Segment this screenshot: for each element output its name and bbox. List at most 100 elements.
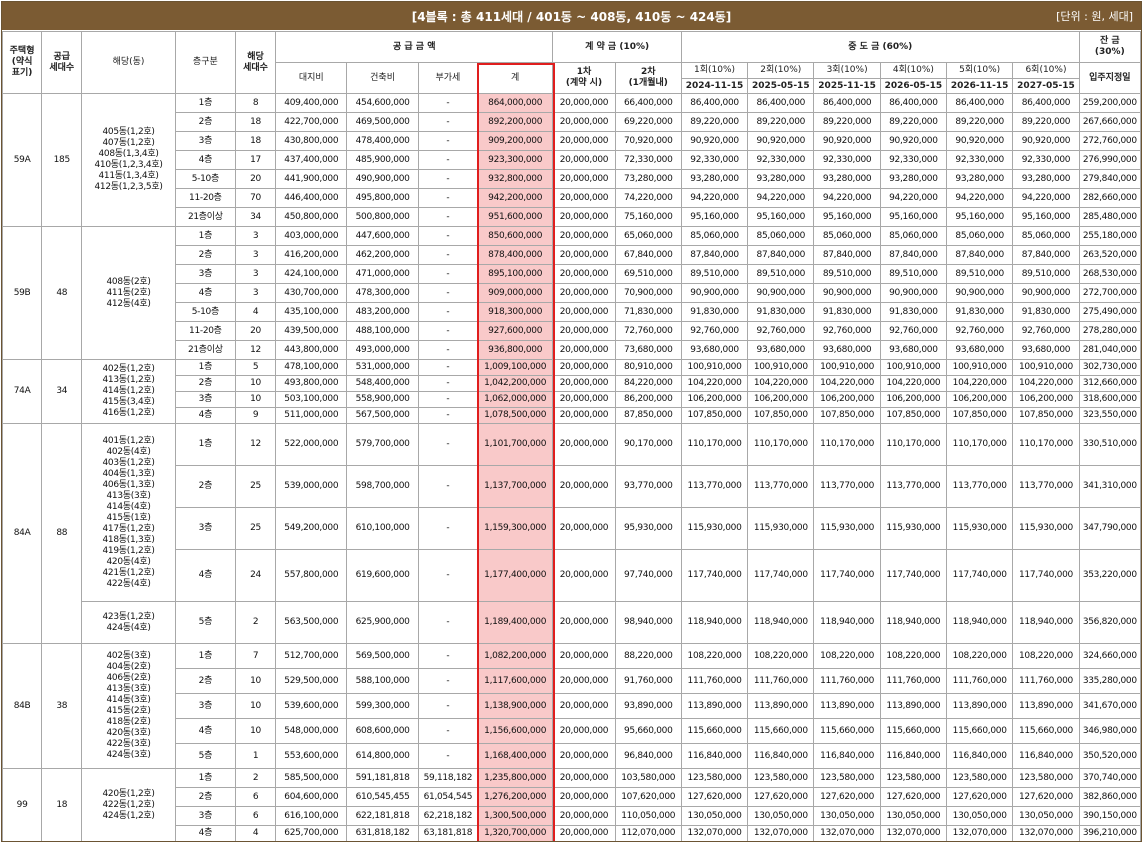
middle-payment-3: 92,330,000	[813, 150, 881, 170]
middle-payment-3: 100,910,000	[813, 359, 881, 376]
total-price: 1,276,200,000	[476, 787, 554, 807]
building-cost: 488,100,000	[346, 321, 419, 341]
unit-type: 84B	[2, 643, 43, 769]
land-cost: 430,700,000	[275, 283, 348, 303]
land-cost: 478,100,000	[275, 359, 348, 376]
contract-deposit-2: 70,900,000	[614, 283, 682, 303]
middle-payment-6: 92,330,000	[1012, 150, 1080, 170]
middle-payment-6: 118,940,000	[1012, 601, 1080, 644]
header-middle-5: 5회(10%) 2026-11-15	[946, 62, 1014, 94]
unit-label: [단위 : 원, 세대]	[1056, 10, 1133, 23]
total-price: 1,168,400,000	[476, 743, 554, 769]
unit-count: 8	[234, 93, 277, 113]
middle-round-date: 2026-11-15	[950, 80, 1009, 91]
contract-deposit-2: 107,620,000	[614, 787, 682, 807]
middle-payment-6: 130,050,000	[1012, 806, 1080, 826]
unit-count: 20	[234, 169, 277, 189]
middle-payment-4: 95,160,000	[879, 207, 948, 227]
floor-range: 4층	[174, 549, 236, 602]
contract-deposit-1: 20,000,000	[552, 465, 616, 508]
balance-payment: 282,660,000	[1078, 188, 1141, 208]
contract-deposit-2: 88,220,000	[614, 643, 682, 669]
middle-payment-2: 117,740,000	[747, 549, 815, 602]
vat-amount: -	[417, 693, 478, 719]
vat-amount: -	[417, 131, 478, 151]
middle-payment-1: 113,770,000	[680, 465, 749, 508]
land-cost: 616,100,000	[275, 806, 348, 826]
land-cost: 450,800,000	[275, 207, 348, 227]
header-type: 주택형 (약식 표기)	[2, 31, 43, 94]
land-cost: 539,000,000	[275, 465, 348, 508]
contract-deposit-1: 20,000,000	[552, 93, 616, 113]
table-row: 74A 34 402동(1,2호) 413동(1,2호) 414동(1,2호) 415동(…	[2, 359, 1141, 424]
middle-payment-2: 89,220,000	[747, 112, 815, 132]
land-cost: 563,500,000	[275, 601, 348, 644]
unit-count: 10	[234, 375, 277, 392]
vat-amount: -	[417, 391, 478, 408]
vat-amount: 62,218,182	[417, 806, 478, 826]
total-price: 1,009,100,000	[476, 359, 554, 376]
balance-payment: 341,670,000	[1078, 693, 1141, 719]
floor-range: 1층	[174, 768, 236, 788]
middle-payment-5: 106,200,000	[946, 391, 1014, 408]
middle-payment-5: 90,900,000	[946, 283, 1014, 303]
building-cost: 485,900,000	[346, 150, 419, 170]
land-cost: 443,800,000	[275, 340, 348, 360]
contract-deposit-2: 73,280,000	[614, 169, 682, 189]
middle-payment-1: 127,620,000	[680, 787, 749, 807]
middle-payment-3: 91,830,000	[813, 302, 881, 322]
supply-unit-count: 185	[41, 93, 83, 227]
unit-type: 59B	[2, 226, 43, 360]
building-cost: 493,000,000	[346, 340, 419, 360]
middle-payment-6: 108,220,000	[1012, 643, 1080, 669]
unit-count: 3	[234, 226, 277, 246]
middle-payment-4: 116,840,000	[879, 743, 948, 769]
middle-payment-3: 89,510,000	[813, 264, 881, 284]
middle-payment-3: 127,620,000	[813, 787, 881, 807]
middle-payment-3: 107,850,000	[813, 407, 881, 424]
middle-payment-3: 87,840,000	[813, 245, 881, 265]
header-vat: 부가세	[417, 62, 478, 94]
middle-payment-4: 130,050,000	[879, 806, 948, 826]
land-cost: 529,500,000	[275, 668, 348, 694]
middle-payment-4: 92,330,000	[879, 150, 948, 170]
middle-round-label: 4회(10%)	[881, 65, 946, 79]
middle-payment-5: 89,220,000	[946, 112, 1014, 132]
vat-amount: -	[417, 359, 478, 376]
middle-payment-3: 123,580,000	[813, 768, 881, 788]
middle-payment-4: 132,070,000	[879, 825, 948, 841]
building-cost: 614,800,000	[346, 743, 419, 769]
middle-payment-2: 113,770,000	[747, 465, 815, 508]
contract-deposit-1: 20,000,000	[552, 264, 616, 284]
floor-range: 5층	[174, 743, 236, 769]
land-cost: 503,100,000	[275, 391, 348, 408]
header-contract-2: 2차 (1개월내)	[614, 62, 682, 94]
middle-payment-6: 87,840,000	[1012, 245, 1080, 265]
unit-count: 25	[234, 507, 277, 550]
middle-payment-5: 107,850,000	[946, 407, 1014, 424]
middle-payment-1: 115,660,000	[680, 718, 749, 744]
contract-deposit-1: 20,000,000	[552, 768, 616, 788]
contract-deposit-1: 20,000,000	[552, 131, 616, 151]
floor-range: 3층	[174, 391, 236, 408]
land-cost: 424,100,000	[275, 264, 348, 284]
applicable-dongs: 420동(1,2호) 422동(1,2호) 424동(1,2호)	[81, 768, 176, 841]
middle-payment-1: 93,680,000	[680, 340, 749, 360]
middle-payment-4: 86,400,000	[879, 93, 948, 113]
total-price: 951,600,000	[476, 207, 554, 227]
middle-round-label: 3회(10%)	[814, 65, 880, 79]
middle-payment-3: 113,890,000	[813, 693, 881, 719]
contract-deposit-1: 20,000,000	[552, 340, 616, 360]
middle-payment-1: 115,930,000	[680, 507, 749, 550]
contract-deposit-1: 20,000,000	[552, 806, 616, 826]
unit-count: 34	[234, 207, 277, 227]
contract-deposit-2: 74,220,000	[614, 188, 682, 208]
middle-payment-6: 116,840,000	[1012, 743, 1080, 769]
contract-deposit-1: 20,000,000	[552, 601, 616, 644]
floor-range: 3층	[174, 806, 236, 826]
vat-amount: -	[417, 643, 478, 669]
supply-unit-count: 34	[41, 359, 83, 424]
unit-count: 3	[234, 245, 277, 265]
balance-payment: 312,660,000	[1078, 375, 1141, 392]
contract-deposit-1: 20,000,000	[552, 226, 616, 246]
